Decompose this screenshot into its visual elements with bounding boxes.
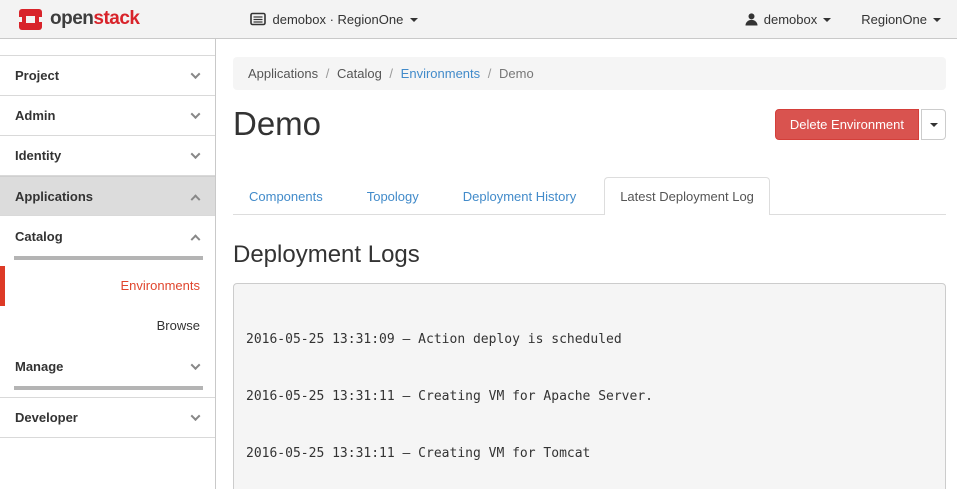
- caret-down-icon: [933, 18, 941, 22]
- breadcrumb-separator: /: [488, 66, 492, 81]
- chevron-down-icon: [191, 411, 201, 421]
- deployment-log-panel: 2016-05-25 13:31:09 — Action deploy is s…: [233, 283, 946, 489]
- sidebar-item-developer[interactable]: Developer: [0, 398, 215, 438]
- tab-deployment-history[interactable]: Deployment History: [447, 177, 592, 215]
- caret-down-icon: [823, 18, 831, 22]
- page-title: Demo: [233, 106, 321, 142]
- delete-dropdown-toggle-button[interactable]: [921, 109, 946, 140]
- openstack-logo-icon: [18, 8, 43, 31]
- sidebar-item-label: Applications: [15, 189, 93, 204]
- sidebar-item-label: Environments: [121, 278, 200, 293]
- chevron-down-icon: [191, 69, 201, 79]
- region-menu-label: RegionOne: [861, 12, 927, 27]
- chevron-down-icon: [191, 360, 201, 370]
- chevron-up-icon: [191, 194, 201, 204]
- list-alt-icon: [250, 12, 266, 26]
- caret-down-icon: [410, 18, 418, 22]
- sidebar-item-identity[interactable]: Identity: [0, 136, 215, 176]
- delete-environment-button[interactable]: Delete Environment: [775, 109, 919, 140]
- sidebar-item-project[interactable]: Project: [0, 56, 215, 96]
- log-line: 2016-05-25 13:31:09 — Action deploy is s…: [246, 330, 933, 349]
- sidebar-item-label: Manage: [15, 359, 63, 374]
- switcher-label: demobox · RegionOne: [273, 12, 404, 27]
- sidebar-item-label: Browse: [157, 318, 200, 333]
- sidebar-item-label: Catalog: [15, 229, 63, 244]
- sidebar-item-admin[interactable]: Admin: [0, 96, 215, 136]
- log-line: 2016-05-25 13:31:11 — Creating VM for Ap…: [246, 387, 933, 406]
- user-menu-label: demobox: [764, 12, 817, 27]
- project-region-switcher[interactable]: demobox · RegionOne: [250, 12, 419, 27]
- breadcrumb-separator: /: [326, 66, 330, 81]
- sidebar-scroll-stub: [0, 39, 215, 56]
- breadcrumb-current: Demo: [499, 66, 534, 81]
- breadcrumb-separator: /: [389, 66, 393, 81]
- sidebar-item-label: Project: [15, 68, 59, 83]
- openstack-brand[interactable]: openstack: [0, 8, 140, 31]
- page-header: Demo Delete Environment: [233, 106, 946, 142]
- chevron-down-icon: [191, 149, 201, 159]
- sidebar-item-applications[interactable]: Applications: [0, 176, 215, 216]
- tab-latest-deployment-log[interactable]: Latest Deployment Log: [604, 177, 770, 215]
- main-content: Applications / Catalog / Environments / …: [216, 39, 957, 489]
- log-text: 2016-05-25 13:31:09 — Action deploy is s…: [246, 332, 622, 347]
- sidebar-item-browse[interactable]: Browse: [0, 306, 215, 346]
- user-icon: [745, 13, 758, 26]
- caret-down-icon: [930, 123, 938, 127]
- log-text: 2016-05-25 13:31:11 — Creating VM for To…: [246, 446, 590, 461]
- breadcrumb-environments-link[interactable]: Environments: [401, 66, 480, 81]
- sidebar-nav: Project Admin Identity Applications Cata…: [0, 39, 216, 489]
- chevron-up-icon: [191, 234, 201, 244]
- sidebar-divider: [0, 390, 215, 398]
- sidebar-item-manage[interactable]: Manage: [0, 346, 215, 386]
- deployment-logs-heading: Deployment Logs: [233, 241, 946, 269]
- sidebar-item-environments[interactable]: Environments: [0, 266, 215, 306]
- tab-topology[interactable]: Topology: [351, 177, 435, 215]
- sidebar-item-catalog[interactable]: Catalog: [0, 216, 215, 256]
- top-navbar: openstack demobox · RegionOne demobox: [0, 0, 957, 39]
- catalog-section-bar: [14, 256, 203, 260]
- breadcrumb: Applications / Catalog / Environments / …: [233, 57, 946, 90]
- user-menu[interactable]: demobox: [745, 12, 831, 27]
- breadcrumb-catalog: Catalog: [337, 66, 382, 81]
- sidebar-item-label: Identity: [15, 148, 61, 163]
- region-menu[interactable]: RegionOne: [861, 12, 941, 27]
- log-line: 2016-05-25 13:31:11 — Creating VM for To…: [246, 444, 933, 463]
- tab-components[interactable]: Components: [233, 177, 339, 215]
- sidebar-item-label: Admin: [15, 108, 55, 123]
- chevron-down-icon: [191, 109, 201, 119]
- sidebar-item-label: Developer: [15, 410, 78, 425]
- breadcrumb-applications: Applications: [248, 66, 318, 81]
- log-text: 2016-05-25 13:31:11 — Creating VM for Ap…: [246, 389, 653, 404]
- page-actions: Delete Environment: [775, 109, 946, 140]
- brand-wordmark: openstack: [50, 8, 140, 30]
- tab-bar: Components Topology Deployment History L…: [233, 177, 946, 215]
